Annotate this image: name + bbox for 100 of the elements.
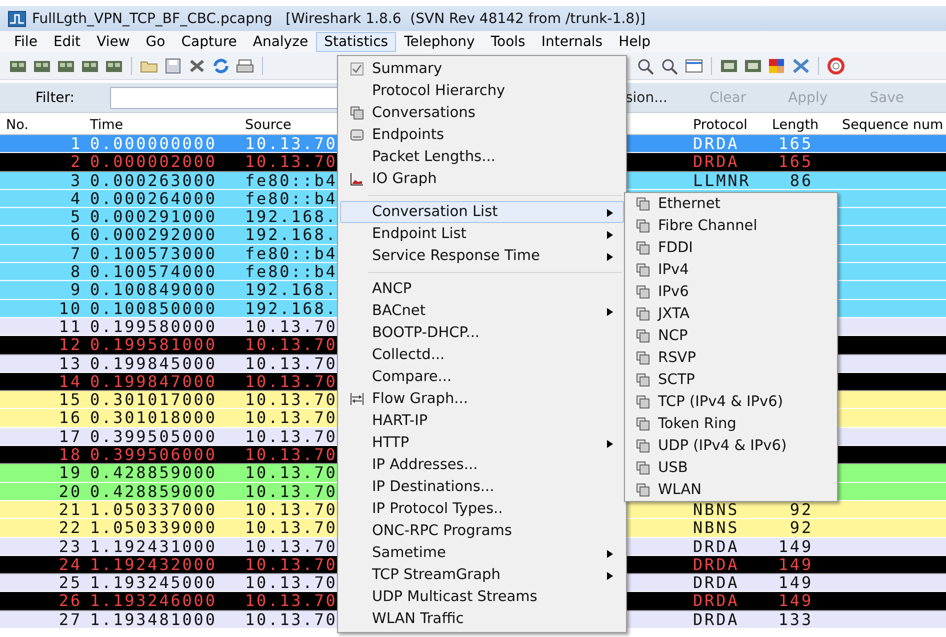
table-cell-text: 0.301018000 <box>90 409 218 427</box>
table-cell-text: 0.000002000 <box>90 153 218 171</box>
table-cell-text: 92 <box>788 500 813 518</box>
table-cell-text: 7 <box>69 244 83 262</box>
table-cell-text: 149 <box>777 574 813 592</box>
table-cell-text: 10.13.70 <box>245 556 338 574</box>
table-cell-text: 0.301017000 <box>90 391 218 408</box>
table-cell-text: 20 <box>58 482 83 500</box>
table-cell-text: 10.13.70 <box>245 574 338 592</box>
table-cell-text: 8 <box>69 263 83 280</box>
table-cell-text: 10.13.70 <box>245 482 338 500</box>
table-cell-text: 192.168. <box>245 208 338 226</box>
table-cell-text: 26 <box>58 592 83 610</box>
table-cell-text: 92 <box>788 519 813 537</box>
table-cell-text: 0.000292000 <box>90 226 218 244</box>
table-cell-text: 0.428859000 <box>90 464 218 482</box>
table-cell-text: 1.050339000 <box>90 519 218 537</box>
table-cell-text: 10.13.70 <box>245 464 338 482</box>
table-cell-text: 10.13.70 <box>245 538 338 555</box>
table-cell-text: 86 <box>788 172 813 189</box>
table-cell-text: 1.192432000 <box>90 556 218 574</box>
table-cell-text: 10.13.70 <box>245 135 338 152</box>
table-cell-text: 10.13.70 <box>245 391 338 408</box>
table-cell-text: DRDA <box>693 153 740 171</box>
table-cell-text: 0.100574000 <box>90 263 218 280</box>
table-cell-text: 10.13.70 <box>245 446 338 464</box>
table-cell-text: 149 <box>777 538 813 555</box>
table-cell-text: LLMNR <box>693 172 752 189</box>
table-cell-text: 10.13.70 <box>245 610 338 628</box>
table-cell-text: 0.199845000 <box>90 354 218 372</box>
table-cell-text: 13 <box>58 354 83 372</box>
table-cell-text: 10.13.70 <box>245 336 338 354</box>
table-cell-text: 15 <box>58 391 83 408</box>
table-cell-text: 5 <box>69 208 83 226</box>
table-cell-text: fe80::b4 <box>245 263 338 280</box>
table-cell-text: 10 <box>58 300 83 317</box>
table-cell-text: 1.193481000 <box>90 610 218 628</box>
table-cell-text: 10.13.70 <box>245 318 338 336</box>
table-cell-text: 1.050337000 <box>90 500 218 518</box>
table-cell-text: DRDA <box>693 135 740 152</box>
table-cell-text: DRDA <box>693 610 740 628</box>
table-cell-text: 18 <box>58 446 83 464</box>
table-cell-text: 10.13.70 <box>245 372 338 390</box>
table-cell-text: 0.199580000 <box>90 318 218 336</box>
table-cell-text: 0.199847000 <box>90 372 218 390</box>
table-cell-text: 10.13.70 <box>245 428 338 446</box>
table-cell-text: 10.13.70 <box>245 519 338 537</box>
table-cell-text: 10.13.70 <box>245 409 338 427</box>
table-cell-text: fe80::b4 <box>245 244 338 262</box>
table-cell-text: DRDA <box>693 538 740 555</box>
table-cell-text: NBNS <box>693 519 740 537</box>
table-cell-text: 1.192431000 <box>90 538 218 555</box>
table-cell-text: 17 <box>58 428 83 446</box>
table-cell-text: 16 <box>58 409 83 427</box>
table-cell-text: 27 <box>58 610 83 628</box>
table-cell-text: 12 <box>58 336 83 354</box>
table-cell-text: 4 <box>69 190 83 208</box>
table-cell-text: 0.399506000 <box>90 446 218 464</box>
table-cell-text: 9 <box>69 281 83 299</box>
table-cell-text: 149 <box>777 592 813 610</box>
table-cell-text: 23 <box>58 538 83 555</box>
table-cell-text: 10.13.70 <box>245 500 338 518</box>
table-cell-text: 0.000000000 <box>90 135 218 152</box>
table-cell-text: 165 <box>777 135 813 152</box>
table-cell-text: 14 <box>58 372 83 390</box>
table-cell-text: 24 <box>58 556 83 574</box>
table-cell-text: DRDA <box>693 592 740 610</box>
table-cell-text: 6 <box>69 226 83 244</box>
table-cell-text: fe80::b4 <box>245 172 338 189</box>
table-cell-text: 0.399505000 <box>90 428 218 446</box>
table-cell-text: DRDA <box>693 556 740 574</box>
table-cell-text: 0.100849000 <box>90 281 218 299</box>
table-cell-text: 0.100850000 <box>90 300 218 317</box>
table-cell-text: 19 <box>58 464 83 482</box>
table-cell-text: 1.193245000 <box>90 574 218 592</box>
table-cell-text: 0.100573000 <box>90 244 218 262</box>
table-cell-text: 10.13.70 <box>245 592 338 610</box>
table-cell-text: 0.000291000 <box>90 208 218 226</box>
table-cell-text: 192.168. <box>245 281 338 299</box>
table-cell-text: 1 <box>69 135 83 152</box>
filter-label: Filter: <box>34 90 76 106</box>
table-cell-text: 149 <box>777 556 813 574</box>
table-cell-text: NBNS <box>693 500 740 518</box>
table-cell-text: 0.428859000 <box>90 482 218 500</box>
table-cell-text: 0.199581000 <box>90 336 218 354</box>
table-cell-text: 25 <box>58 574 83 592</box>
table-cell-text: 10.13.70 <box>245 153 338 171</box>
table-cell-text: 11 <box>58 318 83 336</box>
table-cell-text: 3 <box>69 172 83 189</box>
table-cell-text: 22 <box>58 519 83 537</box>
table-cell-text: 192.168. <box>245 226 338 244</box>
table-cell-text: fe80::b4 <box>245 190 338 208</box>
table-cell-text: 133 <box>777 610 813 628</box>
table-cell-text: DRDA <box>693 574 740 592</box>
window-title: FullLgth_VPN_TCP_BF_CBC.pcapng [Wireshark 1.8.6 (SVN Rev 48142 from /trunk-1.8)] <box>32 10 646 26</box>
table-cell-text: 10.13.70 <box>245 354 338 372</box>
table-cell-text: 0.000264000 <box>90 190 218 208</box>
table-cell-text: 2 <box>69 153 83 171</box>
table-cell-text: 21 <box>58 500 83 518</box>
table-cell-text: 192.168. <box>245 300 338 317</box>
